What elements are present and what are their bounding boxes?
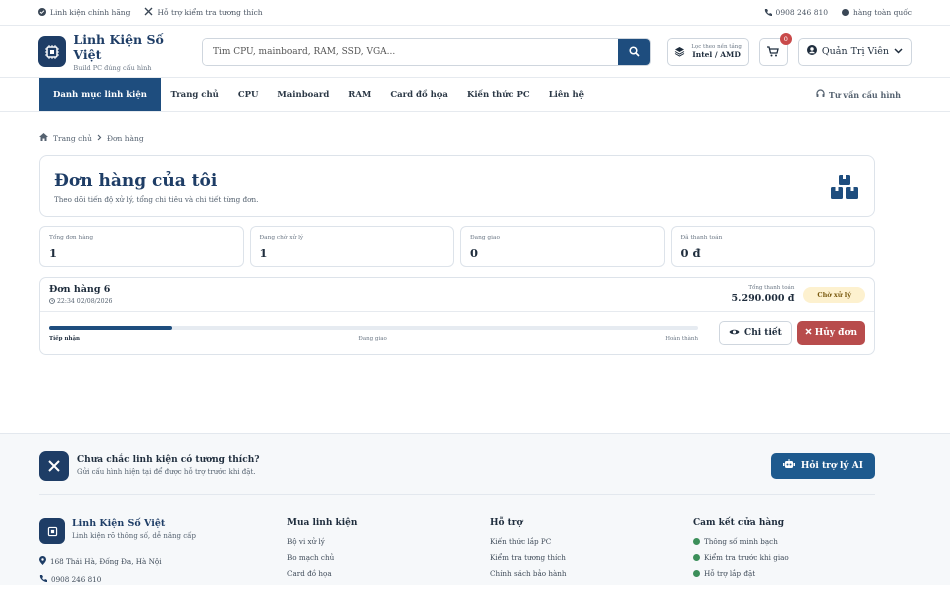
phone-icon [39,574,47,584]
footer-brand-sub: Linh kiện rõ thông số, dễ nâng cấp [72,532,196,540]
footer-link[interactable]: Bo mạch chủ [287,553,490,562]
main-nav: Danh mục linh kiện Trang chủ CPU Mainboa… [0,78,950,112]
page-subtitle: Theo dõi tiến độ xử lý, tổng chi tiêu và… [54,195,259,204]
footer-link[interactable]: Kiểm tra tương thích [490,553,693,562]
clock-icon [49,297,55,306]
help-subtitle: Gửi cấu hình hiện tại để được hỗ trợ trư… [77,468,256,476]
wrench-icon [39,450,69,481]
platform-filter[interactable]: Lọc theo nền tảng Intel / AMD [667,37,749,66]
brand-name: Linh Kiện Số Việt [73,31,164,62]
status-badge: Chờ xử lý [803,286,865,303]
nav-item-cpu[interactable]: CPU [228,78,268,111]
check-circle-icon [693,570,700,577]
search-button[interactable] [618,38,651,65]
compat-help-banner: Chưa chắc linh kiện có tương thích? Gửi … [39,450,875,495]
user-menu[interactable]: Quản Trị Viên [797,37,912,66]
home-icon [39,133,48,143]
check-circle-icon [693,538,700,545]
footer-support-col: Hỗ trợ Kiến thức lắp PC Kiểm tra tương t… [490,518,693,591]
cart-count-badge: 0 [779,32,792,45]
footer-commit-col: Cam kết cửa hàng Thông số minh bạch Kiểm… [693,518,875,591]
check-circle-icon [38,7,46,18]
order-stats: Tổng đơn hàng 1 Đang chờ xử lý 1 Đang giao… [39,226,875,267]
user-icon [806,45,817,58]
help-title: Chưa chắc linh kiện có tương thích? [77,455,260,465]
category-menu-button[interactable]: Danh mục linh kiện [39,78,161,111]
footer-commit-item: Kiểm tra trước khi giao [693,553,875,562]
cart-icon [767,42,780,61]
stat-pending: Đang chờ xử lý 1 [249,226,454,267]
footer-phone[interactable]: 0908 246 810 [39,574,287,584]
page-header-card: Đơn hàng của tôi Theo dõi tiến độ xử lý,… [39,155,875,217]
robot-icon [782,459,795,472]
order-progress: Tiếp nhận Đang giao Hoàn thành [49,326,698,342]
footer-commit-item: Hỗ trợ lắp đặt [693,569,875,578]
footer-brand-col: Linh Kiện Số Việt Linh kiện rõ thông số,… [39,518,287,591]
tools-icon [144,7,153,18]
nav-item-mainboard[interactable]: Mainboard [268,78,339,111]
progress-track [49,326,698,330]
order-detail-button[interactable]: Chi tiết [719,321,792,345]
step-completed: Hoàn thành [665,336,698,342]
cpu-logo-icon [38,36,67,67]
footer-link[interactable]: Kiến thức lắp PC [490,537,693,546]
check-circle-icon [693,554,700,561]
footer-link[interactable]: Chính sách bảo hành [490,569,693,578]
stat-total-orders: Tổng đơn hàng 1 [39,226,244,267]
ai-assistant-button[interactable]: Hỏi trợ lý AI [770,452,875,479]
footer-link[interactable]: Card đồ họa [287,569,490,578]
genuine-notice: Linh kiện chính hãng [38,7,130,18]
search-icon [629,42,640,61]
nav-item-ram[interactable]: RAM [339,78,381,111]
cancel-order-button[interactable]: Hủy đơn [796,321,865,345]
site-footer: Chưa chắc linh kiện có tương thích? Gửi … [0,433,950,585]
search-input[interactable] [203,38,619,65]
footer-commit-item: Thông số minh bạch [693,537,875,546]
order-datetime: 22:34 02/08/2026 [49,297,112,306]
brand-tagline: Build PC đúng cấu hình [73,63,152,72]
site-logo[interactable]: Linh Kiện Số Việt Build PC đúng cấu hình [38,32,186,72]
order-title: Đơn hàng 6 [49,283,111,295]
order-card: Đơn hàng 6 22:34 02/08/2026 Tổng thanh t… [39,277,875,355]
nav-item-knowledge[interactable]: Kiến thức PC [457,78,539,111]
breadcrumb: Trang chủ Đơn hàng [39,133,144,143]
footer-brand-name: Linh Kiện Số Việt [72,518,166,529]
cart-button[interactable]: 0 [758,32,792,66]
boxes-icon [831,175,859,204]
truck-icon [842,9,850,16]
eye-icon [729,328,740,339]
phone-icon [764,8,772,18]
order-total-label: Tổng thanh toán [748,285,795,291]
search-bar [202,37,652,66]
step-received: Tiếp nhận [49,336,81,342]
site-header: Linh Kiện Số Việt Build PC đúng cấu hình… [0,26,950,78]
nav-item-gpu[interactable]: Card đồ họa [381,78,458,111]
cpu-logo-icon [39,518,65,544]
compat-notice: Hỗ trợ kiểm tra tương thích [144,7,263,18]
shipping-notice: hàng toàn quốc [842,8,912,17]
nav-item-home[interactable]: Trang chủ [161,78,228,111]
map-pin-icon [39,556,46,567]
footer-address: 168 Thái Hà, Đống Đa, Hà Nội [39,556,287,567]
close-icon [805,328,812,338]
footer-buy-col: Mua linh kiện Bộ vi xử lý Bo mạch chủ Ca… [287,518,490,591]
step-shipping: Đang giao [358,336,387,342]
breadcrumb-current: Đơn hàng [106,133,144,143]
chevron-down-icon [894,46,903,57]
top-bar: Linh kiện chính hãng Hỗ trợ kiểm tra tươ… [0,0,950,26]
consult-link[interactable]: Tư vấn cấu hình [816,78,911,111]
chevron-right-icon [97,134,102,143]
breadcrumb-home[interactable]: Trang chủ [53,134,92,143]
footer-link[interactable]: Bộ vi xử lý [287,537,490,546]
page-title: Đơn hàng của tôi [54,171,218,191]
progress-fill [49,326,173,330]
hotline[interactable]: 0908 246 810 [764,8,828,18]
nav-item-contact[interactable]: Liên hệ [539,78,593,111]
stat-paid: Đã thanh toán 0 đ [670,226,875,267]
headset-icon [816,89,825,100]
layers-icon [674,42,685,61]
order-total: 5.290.000 đ [731,293,795,304]
stat-shipping: Đang giao 0 [460,226,665,267]
